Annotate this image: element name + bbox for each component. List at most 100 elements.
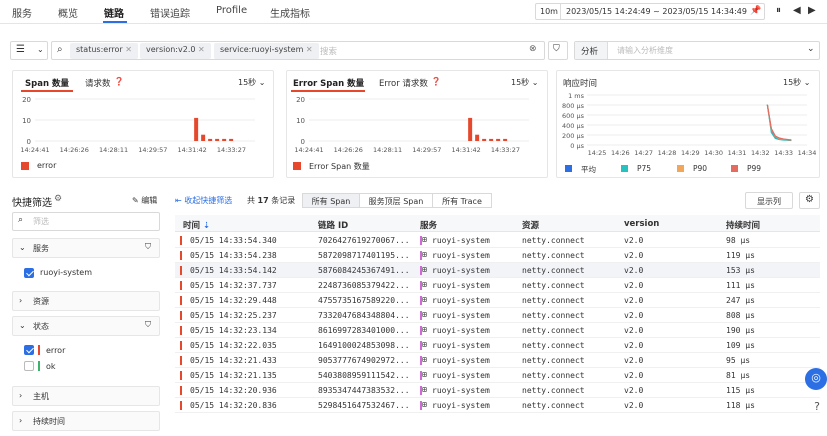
filter-toggle[interactable]: ☰ ⌄: [10, 41, 48, 60]
interval-select[interactable]: 15秒 ⌄: [783, 77, 810, 88]
section-service[interactable]: ⌄ 服务 ⛉: [12, 238, 160, 258]
table-row[interactable]: 05/15 14:32:22.035 1649100024853098... ⊞ ru…: [175, 338, 820, 353]
cell-trace-id[interactable]: 7332047684348804...: [318, 311, 410, 320]
total-records: 共 17 条记录: [247, 196, 296, 205]
help-button[interactable]: ?: [807, 400, 827, 420]
section-duration[interactable]: › 持续时间: [12, 411, 160, 431]
filter-chip[interactable]: status:error ✕: [70, 43, 138, 59]
range-quick-button[interactable]: 10m: [540, 7, 558, 16]
section-status[interactable]: ⌄ 状态 ⛉: [12, 316, 160, 336]
assistant-button[interactable]: ◎: [805, 368, 827, 390]
prev-icon[interactable]: ◀: [793, 5, 801, 16]
tab-error-span-count[interactable]: Error Span 数量: [293, 77, 364, 89]
legend-swatch: [293, 162, 301, 170]
pause-icon[interactable]: ⏸: [776, 5, 781, 16]
seg-service-top-span[interactable]: 服务顶层 Span: [359, 193, 433, 208]
filter-search-input[interactable]: ⌕ 筛选: [12, 212, 160, 231]
span-count-card: Span 数量 请求数 ❓ 15秒 ⌄ 20 10 0 14:24:41 14:26:2…: [12, 70, 274, 178]
cell-trace-id[interactable]: 4755735167589220...: [318, 296, 410, 305]
service-option-label: ruoyi-system: [40, 268, 93, 277]
collapse-quick-filter-button[interactable]: ⇤ 收起快捷筛选: [175, 195, 232, 206]
tab-request-count[interactable]: 请求数: [85, 77, 111, 89]
error-span-chart: 20 10 014:24:41 14:26:26 14:28:11 14:29:57 14:…: [294, 96, 529, 154]
cell-trace-id[interactable]: 5403808959111542...: [318, 371, 410, 380]
service-icon: ⊞: [422, 340, 427, 349]
table-row[interactable]: 05/15 14:32:20.836 5298451647532467... ⊞ ru…: [175, 398, 820, 413]
filter-settings-button[interactable]: ⛉: [548, 41, 568, 60]
table-row[interactable]: 05/15 14:32:29.448 4755735167589220... ⊞ ru…: [175, 293, 820, 308]
tab-trace[interactable]: 链路: [104, 5, 124, 20]
bar: [482, 138, 487, 141]
settings-icon[interactable]: ⚙: [54, 194, 62, 204]
cell-resource: netty.connect: [522, 326, 585, 335]
tab-span-count[interactable]: Span 数量: [25, 77, 69, 89]
y-tick-label: 0: [301, 138, 305, 146]
pin-icon[interactable]: 📌: [750, 6, 761, 16]
cell-resource: netty.connect: [522, 296, 585, 305]
edit-button[interactable]: ✎ 编辑: [132, 195, 157, 206]
analyze-box[interactable]: 分析 请输入分析维度 ⌄: [574, 41, 820, 60]
next-icon[interactable]: ▶: [808, 5, 816, 16]
cell-trace-id[interactable]: 7026427619270067...: [318, 236, 410, 245]
section-resource[interactable]: › 资源: [12, 291, 160, 311]
filter-chip[interactable]: version:v2.0 ✕: [140, 43, 211, 59]
bar: [503, 138, 508, 141]
top-nav: 服务 概览 链路 错误追踪 Profile 生成指标 10m 2023/05/1…: [0, 0, 827, 24]
cell-trace-id[interactable]: 5872098717401195...: [318, 251, 410, 260]
table-row[interactable]: 05/15 14:32:37.737 2248736085379422... ⊞ ru…: [175, 278, 820, 293]
x-tick-label: 14:26:26: [60, 146, 89, 154]
bar: [489, 138, 494, 141]
tab-service[interactable]: 服务: [12, 5, 32, 20]
col-version[interactable]: version: [624, 219, 659, 229]
status-error-checkbox[interactable]: [24, 345, 34, 355]
table-row[interactable]: 05/15 14:32:23.134 8616997283401000... ⊞ ru…: [175, 323, 820, 338]
col-trace-id[interactable]: 链路 ID: [318, 219, 348, 231]
table-row[interactable]: 05/15 14:32:20.936 8935347447383532... ⊞ ru…: [175, 383, 820, 398]
filter-icon[interactable]: ⛉: [145, 242, 151, 252]
cell-resource: netty.connect: [522, 341, 585, 350]
tab-error-request-count[interactable]: Error 请求数: [379, 77, 428, 89]
service-checkbox[interactable]: [24, 268, 34, 278]
status-ok-checkbox[interactable]: [24, 361, 34, 371]
table-row[interactable]: 05/15 14:32:25.237 7332047684348804... ⊞ ru…: [175, 308, 820, 323]
filter-icon[interactable]: ⛉: [145, 320, 151, 330]
col-duration[interactable]: 持续时间: [726, 219, 760, 231]
cell-trace-id[interactable]: 8935347447383532...: [318, 386, 410, 395]
x-tick-label: 14:33:27: [217, 146, 246, 154]
interval-select[interactable]: 15秒 ⌄: [511, 77, 538, 88]
cell-trace-id[interactable]: 9053777674902972...: [318, 356, 410, 365]
table-row[interactable]: 05/15 14:33:54.340 7026427619270067... ⊞ ru…: [175, 233, 820, 248]
time-range-picker[interactable]: 10m 2023/05/15 14:24:49 ~ 2023/05/15 14:…: [535, 3, 765, 20]
cell-trace-id[interactable]: 8616997283401000...: [318, 326, 410, 335]
chevron-right-icon: ›: [19, 391, 23, 400]
table-row[interactable]: 05/15 14:33:54.142 5876084245367491... ⊞ ru…: [175, 263, 820, 278]
seg-all-trace[interactable]: 所有 Trace: [432, 193, 492, 208]
cell-resource: netty.connect: [522, 401, 585, 410]
tab-profile[interactable]: Profile: [216, 5, 247, 16]
cell-trace-id[interactable]: 1649100024853098...: [318, 341, 410, 350]
cell-trace-id[interactable]: 5298451647532467...: [318, 401, 410, 410]
section-host[interactable]: › 主机: [12, 386, 160, 406]
table-row[interactable]: 05/15 14:32:21.433 9053777674902972... ⊞ ru…: [175, 353, 820, 368]
legend-swatch: [677, 165, 684, 172]
tab-error-tracking[interactable]: 错误追踪: [150, 5, 190, 20]
clear-icon[interactable]: ⊗: [529, 44, 537, 54]
cell-version: v2.0: [624, 356, 644, 365]
analyze-input[interactable]: 请输入分析维度: [617, 45, 673, 56]
col-service[interactable]: 服务: [420, 219, 437, 231]
table-settings-button[interactable]: ⚙: [799, 192, 820, 209]
col-time[interactable]: 时间 ⇣: [183, 219, 210, 231]
table-row[interactable]: 05/15 14:33:54.238 5872098717401195... ⊞ ru…: [175, 248, 820, 263]
tab-generate-metrics[interactable]: 生成指标: [270, 5, 310, 20]
col-resource[interactable]: 资源: [522, 219, 539, 231]
table-row[interactable]: 05/15 14:32:21.135 5403808959111542... ⊞ ru…: [175, 368, 820, 383]
filter-chip[interactable]: service:ruoyi-system ✕: [214, 43, 319, 59]
cell-trace-id[interactable]: 5876084245367491...: [318, 266, 410, 275]
cell-trace-id[interactable]: 2248736085379422...: [318, 281, 410, 290]
interval-select[interactable]: 15秒 ⌄: [238, 77, 265, 88]
tab-overview[interactable]: 概览: [58, 5, 78, 20]
seg-all-span[interactable]: 所有 Span: [302, 193, 360, 208]
display-columns-button[interactable]: 显示列: [745, 192, 793, 209]
cell-time: 05/15 14:33:54.238: [190, 251, 277, 260]
active-tab-indicator: [103, 21, 127, 23]
